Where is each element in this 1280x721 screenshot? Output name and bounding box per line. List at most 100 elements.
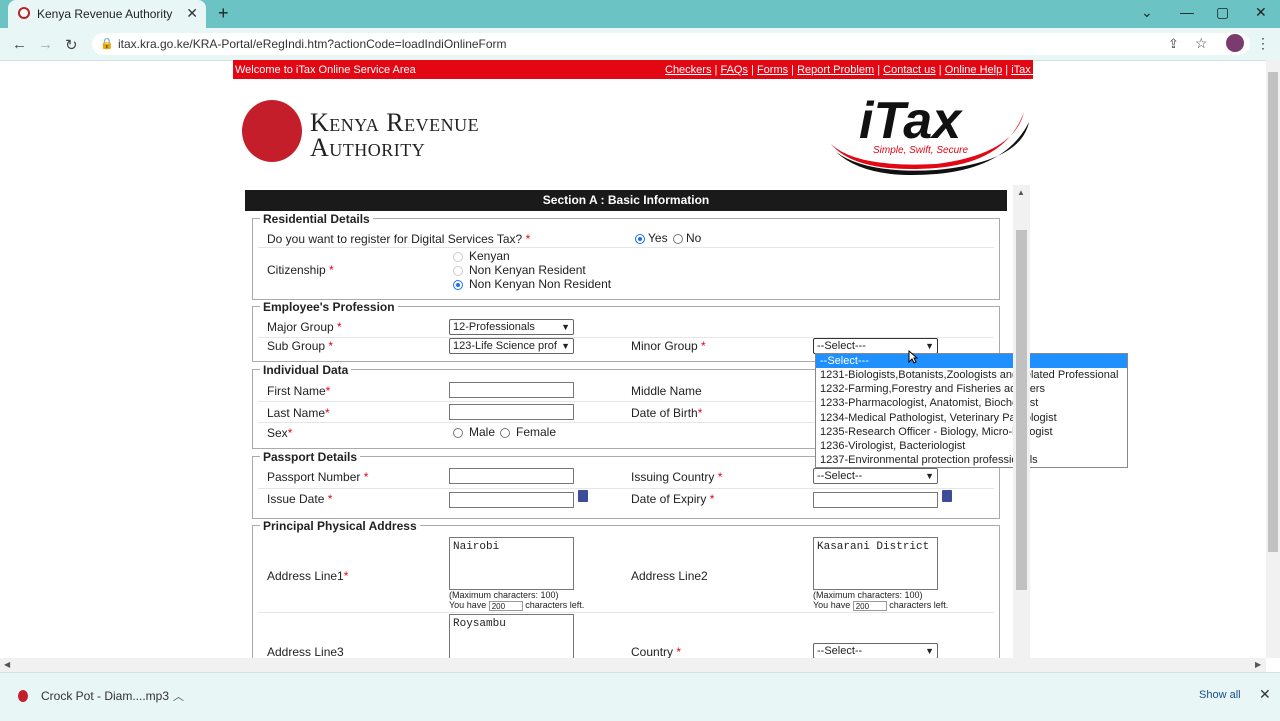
sex-male-radio[interactable] bbox=[453, 428, 463, 438]
citizenship-nonkenyan-nonresident-label: Non Kenyan Non Resident bbox=[469, 277, 612, 291]
citizenship-kenyan-label: Kenyan bbox=[469, 249, 510, 263]
dst-yes-radio[interactable] bbox=[635, 234, 645, 244]
itax-tagline: Simple, Swift, Secure bbox=[873, 145, 968, 156]
scroll-left-arrow-icon[interactable]: ◀ bbox=[4, 660, 10, 669]
passport-legend: Passport Details bbox=[260, 450, 361, 464]
last-name-label: Last Name* bbox=[267, 406, 330, 420]
address-line1-label: Address Line1* bbox=[267, 569, 349, 583]
new-tab-icon[interactable]: + bbox=[218, 3, 229, 24]
forward-icon[interactable]: → bbox=[38, 36, 53, 53]
dst-question-label: Do you want to register for Digital Serv… bbox=[267, 232, 531, 246]
link-checkers[interactable]: Checkers bbox=[665, 64, 711, 76]
citizenship-nonkenyan-resident-radio[interactable] bbox=[453, 266, 463, 276]
minimize-icon[interactable]: — bbox=[1180, 4, 1194, 20]
country-select[interactable]: --Select-- ▼ bbox=[813, 643, 938, 659]
address-line1-counter: You have 200 characters left. bbox=[449, 600, 585, 611]
link-itax-videos[interactable]: iTax Videos bbox=[1011, 64, 1067, 76]
link-online-help[interactable]: Online Help bbox=[945, 64, 1002, 76]
close-download-bar-icon[interactable]: ✕ bbox=[1259, 686, 1271, 703]
back-icon[interactable]: ← bbox=[12, 36, 27, 53]
minor-group-select[interactable]: --Select--- ▼ bbox=[813, 338, 938, 354]
share-icon[interactable]: ⇪ bbox=[1168, 36, 1179, 52]
link-faqs[interactable]: FAQs bbox=[720, 64, 748, 76]
link-contact-us[interactable]: Contact us bbox=[883, 64, 936, 76]
chevron-down-icon: ▼ bbox=[925, 471, 934, 481]
middle-name-label: Middle Name bbox=[631, 384, 702, 398]
address-line1-textarea[interactable]: Nairobi bbox=[449, 537, 574, 590]
show-all-button[interactable]: Show all bbox=[1199, 689, 1241, 701]
address-line3-textarea[interactable]: Roysambu bbox=[449, 614, 574, 658]
expiry-date-input[interactable] bbox=[813, 492, 938, 508]
horizontal-scrollbar[interactable] bbox=[0, 658, 1266, 672]
scroll-right-arrow-icon[interactable]: ▶ bbox=[1255, 660, 1261, 669]
kra-lion-logo-icon bbox=[242, 100, 302, 162]
first-name-input[interactable] bbox=[449, 382, 574, 398]
calendar-icon[interactable] bbox=[942, 490, 952, 502]
bookmark-star-icon[interactable]: ☆ bbox=[1195, 35, 1208, 52]
issuing-country-select[interactable]: --Select-- ▼ bbox=[813, 468, 938, 484]
link-report-problem[interactable]: Report Problem bbox=[797, 64, 874, 76]
close-window-icon[interactable]: ✕ bbox=[1255, 4, 1267, 21]
sex-female-radio[interactable] bbox=[500, 428, 510, 438]
chevron-up-icon[interactable]: ︿ bbox=[173, 688, 184, 704]
itax-logo-text: iTax bbox=[859, 92, 963, 150]
chevron-down-icon: ▼ bbox=[561, 322, 570, 332]
dropdown-option[interactable]: 1233-Pharmacologist, Anatomist, Biochemi… bbox=[816, 396, 1127, 410]
dropdown-option[interactable]: 1232-Farming,Forestry and Fisheries advi… bbox=[816, 382, 1127, 396]
citizenship-label: Citizenship * bbox=[267, 263, 334, 277]
calendar-icon[interactable] bbox=[578, 490, 588, 502]
profession-legend: Employee's Profession bbox=[260, 300, 398, 314]
page-scrollbar-thumb[interactable] bbox=[1268, 72, 1278, 552]
residential-details-group bbox=[252, 218, 1000, 300]
passport-number-label: Passport Number * bbox=[267, 470, 369, 484]
sub-group-select[interactable]: 123-Life Science prof ▼ bbox=[449, 338, 574, 354]
kra-logo-line2: Authority bbox=[310, 133, 426, 162]
tab-search-icon[interactable]: ⌄ bbox=[1141, 4, 1153, 21]
issuing-country-label: Issuing Country * bbox=[631, 470, 723, 484]
download-bar bbox=[0, 672, 1280, 721]
inner-scrollbar-thumb[interactable] bbox=[1016, 230, 1027, 590]
menu-dots-icon[interactable]: ⋮ bbox=[1256, 35, 1270, 52]
dropdown-option[interactable]: 1231-Biologists,Botanists,Zoologists and… bbox=[816, 368, 1127, 382]
url-text[interactable]: itax.kra.go.ke/KRA-Portal/eRegIndi.htm?a… bbox=[118, 37, 507, 51]
maximize-icon[interactable]: ▢ bbox=[1216, 4, 1229, 21]
minor-group-label: Minor Group * bbox=[631, 339, 706, 353]
scroll-up-arrow-icon[interactable]: ▲ bbox=[1017, 188, 1025, 197]
residential-legend: Residential Details bbox=[260, 212, 373, 226]
minor-group-dropdown-list[interactable]: --Select--- 1231-Biologists,Botanists,Zo… bbox=[815, 353, 1128, 468]
dropdown-option[interactable]: --Select--- bbox=[816, 354, 1127, 368]
download-file-name[interactable]: Crock Pot - Diam....mp3 bbox=[41, 689, 169, 703]
dropdown-option[interactable]: 1237-Environmental protection profession… bbox=[816, 453, 1127, 467]
address-line2-counter: You have 200 characters left. bbox=[813, 600, 949, 611]
dst-yes-label: Yes bbox=[648, 231, 668, 245]
address-line3-label: Address Line3 bbox=[267, 645, 344, 659]
passport-number-input[interactable] bbox=[449, 468, 574, 484]
browser-tab[interactable]: Kenya Revenue Authority ✕ bbox=[8, 0, 206, 28]
close-tab-icon[interactable]: ✕ bbox=[186, 5, 198, 22]
lock-icon[interactable]: 🔒 bbox=[100, 37, 114, 50]
major-group-select[interactable]: 12-Professionals ▼ bbox=[449, 319, 574, 335]
audio-file-icon bbox=[18, 690, 28, 702]
dst-no-label: No bbox=[686, 231, 702, 245]
address-line2-label: Address Line2 bbox=[631, 569, 708, 583]
issue-date-input[interactable] bbox=[449, 492, 574, 508]
expiry-date-label: Date of Expiry * bbox=[631, 492, 715, 506]
reload-icon[interactable]: ↻ bbox=[65, 36, 78, 54]
citizenship-kenyan-radio[interactable] bbox=[453, 252, 463, 262]
citizenship-nonkenyan-resident-label: Non Kenyan Resident bbox=[469, 263, 586, 277]
address-line2-textarea[interactable]: Kasarani District bbox=[813, 537, 938, 590]
citizenship-nonkenyan-nonresident-radio[interactable] bbox=[453, 280, 463, 290]
welcome-text: Welcome to iTax Online Service Area bbox=[235, 64, 416, 76]
mouse-cursor-icon bbox=[908, 350, 918, 364]
dst-no-radio[interactable] bbox=[673, 234, 683, 244]
profile-avatar[interactable] bbox=[1226, 34, 1244, 52]
dropdown-option[interactable]: 1234-Medical Pathologist, Veterinary Pat… bbox=[816, 411, 1127, 425]
individual-legend: Individual Data bbox=[260, 363, 352, 377]
dropdown-option[interactable]: 1235-Research Officer - Biology, Micro-b… bbox=[816, 425, 1127, 439]
dropdown-option[interactable]: 1236-Virologist, Bacteriologist bbox=[816, 439, 1127, 453]
chevron-down-icon: ▼ bbox=[925, 646, 934, 656]
chevron-down-icon: ▼ bbox=[561, 341, 570, 351]
top-links: Checkers | FAQs | Forms | Report Problem… bbox=[665, 64, 1068, 76]
link-forms[interactable]: Forms bbox=[757, 64, 788, 76]
last-name-input[interactable] bbox=[449, 404, 574, 420]
